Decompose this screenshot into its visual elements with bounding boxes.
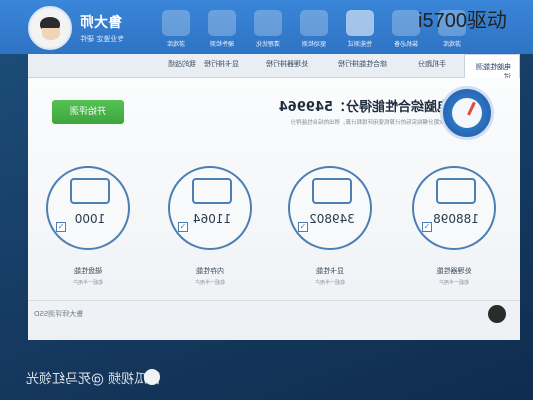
hw-cpu-ring[interactable]: 188098 ✓ — [412, 166, 496, 250]
hw-cpu: 188098 ✓ 处理器性能 稳超一半用户 — [412, 166, 496, 306]
app-logo — [28, 6, 72, 50]
nav-item-performance[interactable]: 性能测试 — [339, 8, 381, 52]
tab-gpu-ranking[interactable]: 显卡排行榜 — [204, 59, 239, 69]
tab-overall-ranking[interactable]: 综合性能排行榜 — [338, 59, 387, 69]
driver-icon — [300, 10, 328, 36]
hw-memory-sub: 稳超一半用户 — [195, 280, 226, 286]
gpu-icon — [312, 178, 352, 204]
overlay-caption: i5700驱动 — [418, 10, 507, 32]
speedometer-icon — [346, 10, 374, 36]
tab-strip: 电脑性能测试 手机跑分 综合性能排行榜 处理器排行榜 显卡排行榜 我的战绩 — [28, 54, 520, 81]
start-benchmark-button[interactable]: 开始评测 — [52, 100, 124, 124]
hw-memory-ring[interactable]: 11064 ✓ — [168, 166, 252, 250]
footer-text: 鲁大师评测SSD — [34, 310, 84, 318]
disk-icon — [70, 178, 110, 204]
monitor-icon — [436, 178, 476, 204]
cursor-icon — [488, 305, 506, 323]
hardware-scores: 188098 ✓ 处理器性能 稳超一半用户 349802 ✓ 显卡性能 稳超一半… — [28, 166, 520, 306]
hw-memory-name: 内存性能 — [196, 267, 224, 275]
pc-icon — [208, 10, 236, 36]
nav-item-driver[interactable]: 驱动检测 — [293, 8, 335, 52]
speedometer-icon — [440, 86, 494, 140]
tab-my-records[interactable]: 我的战绩 — [168, 59, 196, 69]
hw-gpu-name: 显卡性能 — [316, 267, 344, 275]
gamepad-icon — [162, 10, 190, 36]
total-score: 549964 — [278, 100, 333, 115]
panel-footer: 鲁大师评测SSD — [28, 300, 520, 326]
watermark-logo-icon — [144, 369, 160, 385]
nav-item-hardware[interactable]: 硬件检测 — [201, 8, 243, 52]
tab-pc-benchmark[interactable]: 电脑性能测试 — [464, 54, 520, 81]
broom-icon — [254, 10, 282, 36]
checkbox[interactable]: ✓ — [56, 222, 66, 232]
ram-icon — [192, 178, 232, 204]
app-title: 鲁大师 — [80, 15, 122, 31]
tab-phone-benchmark[interactable]: 手机跑分 — [418, 59, 446, 69]
hw-disk: 1000 ✓ 磁盘性能 稳超一半用户 — [46, 166, 130, 306]
checkbox[interactable]: ✓ — [422, 222, 432, 232]
hw-memory: 11064 ✓ 内存性能 稳超一半用户 — [168, 166, 252, 306]
checkbox[interactable]: ✓ — [178, 222, 188, 232]
hw-gpu: 349802 ✓ 显卡性能 稳超一半用户 — [288, 166, 372, 306]
box-icon — [392, 10, 420, 36]
score-label: 电脑综合性能得分： — [332, 100, 450, 115]
video-watermark: 西瓜视频 @死马红领光 — [26, 372, 161, 387]
hw-disk-ring[interactable]: 1000 ✓ — [46, 166, 130, 250]
checkbox[interactable]: ✓ — [298, 222, 308, 232]
nav-item-cleanup[interactable]: 清理优化 — [247, 8, 289, 52]
tab-cpu-ranking[interactable]: 处理器排行榜 — [266, 59, 308, 69]
nav-item-game-library[interactable]: 游戏库 — [155, 8, 197, 52]
hw-cpu-name: 处理器性能 — [436, 267, 472, 275]
hw-disk-name: 磁盘性能 — [74, 267, 102, 275]
hw-disk-sub: 稳超一半用户 — [73, 280, 104, 286]
screen-photo: 鲁大师 专业鉴定 硬件 游戏库 硬件检测 清理优化 驱动检测 性能测试 装机必备… — [0, 0, 533, 400]
hw-gpu-ring[interactable]: 349802 ✓ — [288, 166, 372, 250]
score-description: 本次跑分模拟实际的计算机使用环境和计算，得出的综合性能得分 — [290, 120, 450, 126]
hw-gpu-sub: 稳超一半用户 — [315, 280, 346, 286]
hw-cpu-sub: 稳超一半用户 — [439, 280, 470, 286]
app-subtitle: 专业鉴定 硬件 — [80, 35, 125, 43]
score-heading: 电脑综合性能得分：549964 — [250, 96, 450, 118]
